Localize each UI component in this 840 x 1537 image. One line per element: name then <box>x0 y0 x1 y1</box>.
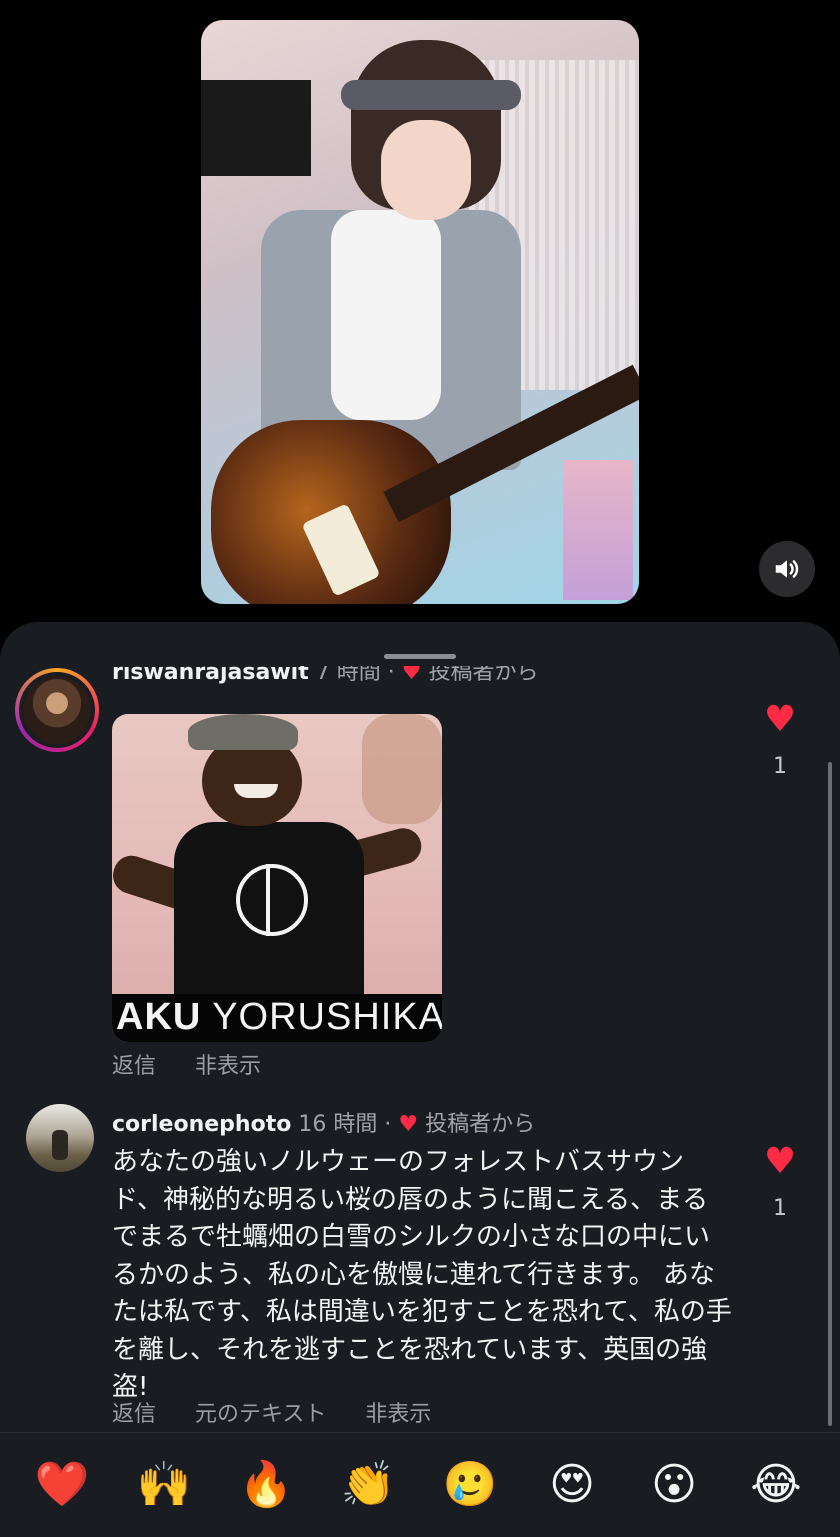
like-heart-icon[interactable]: ♥ <box>760 700 800 740</box>
reply-button[interactable]: 返信 <box>112 1054 156 1079</box>
liked-by-author-label: 投稿者から <box>425 1112 536 1137</box>
comment-like: ♥ 1 <box>760 700 800 780</box>
background-tv <box>201 80 311 176</box>
gif-figure-cap <box>188 714 298 750</box>
laughing-emoji-button[interactable]: 😂 <box>746 1455 806 1515</box>
author-liked-heart-icon: ♥ <box>398 1112 419 1137</box>
comments-sheet[interactable]: riswanrajasawit 7 時間 · ♥ 投稿者から AKU YORUS… <box>0 622 840 1536</box>
comment-actions: 返信 元のテキスト 非表示 <box>112 1396 463 1428</box>
comment-header-clipped: riswanrajasawit 7 時間 · ♥ 投稿者から <box>0 666 840 692</box>
liked-by-author-label: 投稿者から <box>428 666 539 685</box>
hide-button[interactable]: 非表示 <box>365 1402 431 1427</box>
speaker-on-icon <box>775 560 799 578</box>
comment-gif[interactable]: AKU YORUSHIKA <box>112 714 442 1042</box>
heart-eyes-emoji-button[interactable]: 😍 <box>542 1455 602 1515</box>
shirt-logo <box>236 864 308 936</box>
performer-face <box>381 120 471 220</box>
comment-header: riswanrajasawit 7 時間 · ♥ 投稿者から <box>112 666 538 686</box>
comment-username[interactable]: corleonephoto <box>112 1112 291 1137</box>
like-count: 1 <box>773 1196 787 1221</box>
comment-actions: 返信 非表示 <box>112 1048 293 1080</box>
heart-emoji-button[interactable]: ❤️ <box>32 1455 92 1515</box>
video-preview[interactable] <box>201 20 639 604</box>
avatar[interactable] <box>26 1104 94 1172</box>
performer-shirt <box>331 210 441 420</box>
quick-reactions-bar: ❤️ 🙌 🔥 👏 🥲 😍 😮 😂 <box>0 1432 840 1537</box>
sound-toggle-button[interactable] <box>759 541 815 597</box>
background-poster <box>563 460 633 600</box>
comment-header: corleonephoto 16 時間 · ♥ 投稿者から <box>112 1112 536 1137</box>
fire-emoji-button[interactable]: 🔥 <box>236 1455 296 1515</box>
hide-button[interactable]: 非表示 <box>195 1054 261 1079</box>
gif-caption-left: AKU <box>116 996 202 1038</box>
scrollbar[interactable] <box>828 762 832 1426</box>
comment-time: 7 時間 <box>315 666 381 685</box>
comment-text: あなたの強いノルウェーのフォレストバスサウンド、神秘的な明るい桜の唇のように聞こ… <box>112 1147 732 1402</box>
reply-button[interactable]: 返信 <box>112 1402 156 1427</box>
see-original-button[interactable]: 元のテキスト <box>195 1402 326 1427</box>
gif-caption: AKU YORUSHIKA <box>116 996 442 1039</box>
like-heart-icon[interactable]: ♥ <box>760 1142 800 1182</box>
performer-headband <box>341 80 521 110</box>
comment-time: 16 時間 <box>298 1112 378 1137</box>
raising-hands-emoji-button[interactable]: 🙌 <box>134 1455 194 1515</box>
like-count: 1 <box>773 754 787 779</box>
clapping-emoji-button[interactable]: 👏 <box>338 1455 398 1515</box>
author-liked-heart-icon: ♥ <box>401 666 422 685</box>
comment-username[interactable]: riswanrajasawit <box>112 666 309 685</box>
surprised-emoji-button[interactable]: 😮 <box>644 1455 704 1515</box>
tearful-smile-emoji-button[interactable]: 🥲 <box>440 1455 500 1515</box>
gif-caption-right: YORUSHIKA <box>212 996 442 1038</box>
sheet-drag-handle[interactable] <box>384 654 456 659</box>
comment-like: ♥ 1 <box>760 1142 800 1222</box>
